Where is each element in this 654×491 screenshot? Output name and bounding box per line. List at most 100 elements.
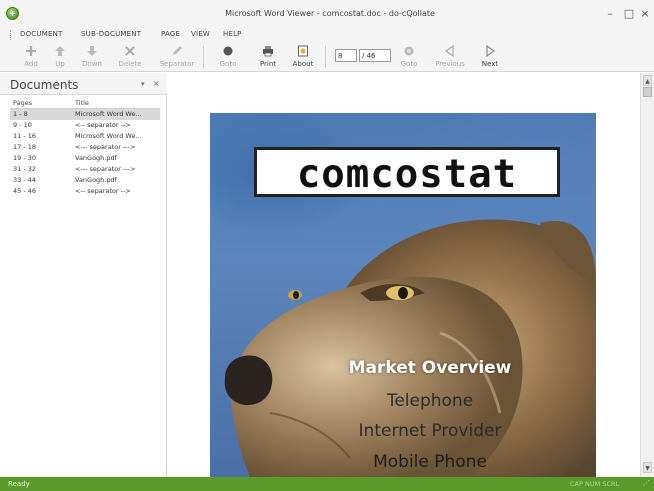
print-label: Print bbox=[259, 60, 277, 68]
table-row[interactable]: 17 - 18 <--- separator ---> bbox=[10, 142, 160, 153]
menu-document[interactable]: DOCUMENT bbox=[20, 30, 63, 38]
table-body: 1 - 8 Microsoft Word We... 9 - 10 <-- separ… bbox=[10, 109, 160, 197]
about-button[interactable]: About bbox=[288, 44, 318, 71]
company-logo: comcostat bbox=[296, 152, 518, 197]
cover-line: Internet Provider bbox=[358, 421, 502, 441]
cover-line: Telephone bbox=[386, 391, 474, 411]
page-total: / 46 bbox=[359, 49, 391, 62]
previous-label: Previous bbox=[435, 60, 465, 68]
table-row[interactable]: 9 - 10 <-- separator --> bbox=[10, 120, 160, 131]
row-pages: 1 - 8 bbox=[13, 110, 28, 118]
documents-panel: Documents ▾ × Pages Title 1 - 8 Microsoft… bbox=[0, 73, 167, 477]
menu-sub-document[interactable]: SUB-DOCUMENT bbox=[81, 30, 141, 38]
document-page: comcostat Market Overview Telephone Inte… bbox=[210, 113, 596, 477]
pencil-icon bbox=[173, 46, 182, 55]
arrow-up-icon bbox=[55, 46, 65, 56]
row-pages: 9 - 10 bbox=[13, 121, 32, 129]
cover-headline: Market Overview bbox=[348, 358, 512, 378]
table-row[interactable]: 1 - 8 Microsoft Word We... bbox=[10, 109, 160, 120]
cover-line: Mobile Phone bbox=[373, 452, 487, 472]
toolbar-divider bbox=[325, 46, 326, 68]
row-pages: 45 - 46 bbox=[13, 187, 37, 195]
column-header-pages[interactable]: Pages bbox=[13, 99, 32, 107]
next-icon bbox=[486, 44, 496, 58]
menu-bar: DOCUMENT SUB-DOCUMENT PAGE VIEW HELP bbox=[0, 28, 654, 42]
scroll-up-arrow-icon[interactable]: ▲ bbox=[643, 75, 652, 86]
up-button[interactable]: Up bbox=[49, 44, 71, 71]
goto-page-icon bbox=[404, 46, 414, 56]
maximize-button[interactable]: □ bbox=[622, 7, 636, 21]
resize-grip-icon[interactable]: ⋰ bbox=[643, 479, 653, 489]
add-button[interactable]: Add bbox=[18, 44, 44, 71]
menu-help[interactable]: HELP bbox=[223, 30, 242, 38]
goto-doc-button[interactable]: Goto bbox=[215, 44, 241, 71]
row-title: <--- separator ---> bbox=[75, 143, 136, 151]
next-button[interactable]: Next bbox=[478, 44, 502, 71]
table-header: Pages Title bbox=[10, 98, 160, 109]
documents-panel-header: Documents ▾ × bbox=[0, 73, 167, 95]
delete-button[interactable]: Delete bbox=[115, 44, 145, 71]
row-pages: 19 - 30 bbox=[13, 154, 37, 162]
goto-doc-label: Goto bbox=[219, 60, 237, 68]
add-label: Add bbox=[24, 60, 38, 68]
table-row[interactable]: 33 - 44 VanGogh.pdf bbox=[10, 175, 160, 186]
table-row[interactable]: 31 - 32 <--- separator ---> bbox=[10, 164, 160, 175]
previous-icon bbox=[444, 44, 454, 58]
scroll-down-arrow-icon[interactable]: ▼ bbox=[643, 462, 652, 473]
previous-button[interactable]: Previous bbox=[432, 44, 468, 71]
toolbar-divider bbox=[203, 46, 204, 68]
keyboard-indicators: CAP NUM SCRL bbox=[570, 480, 620, 488]
delete-icon bbox=[125, 46, 135, 56]
documents-table: Pages Title 1 - 8 Microsoft Word We... 9 -… bbox=[10, 98, 160, 197]
title-bar: Microsoft Word Viewer - comcostat.doc - … bbox=[0, 0, 654, 28]
up-label: Up bbox=[55, 60, 65, 68]
row-title: VanGogh.pdf bbox=[75, 154, 117, 162]
status-bar: Ready CAP NUM SCRL ⋰ bbox=[0, 477, 654, 491]
down-button[interactable]: Down bbox=[78, 44, 106, 71]
row-title: <-- separator --> bbox=[75, 121, 131, 129]
row-title: Microsoft Word We... bbox=[75, 110, 142, 118]
menu-grip bbox=[10, 30, 12, 40]
menu-view[interactable]: VIEW bbox=[191, 30, 210, 38]
about-label: About bbox=[292, 60, 314, 68]
row-title: Microsoft Word We... bbox=[75, 132, 142, 140]
separator-button[interactable]: Separator bbox=[157, 44, 197, 71]
menu-page[interactable]: PAGE bbox=[161, 30, 180, 38]
status-text: Ready bbox=[8, 480, 30, 488]
row-pages: 33 - 44 bbox=[13, 176, 37, 184]
panel-close-icon[interactable]: × bbox=[153, 79, 160, 88]
toolbar: Add Up Down Delete Separator Goto Print … bbox=[0, 42, 654, 72]
row-title: <-- separator --> bbox=[75, 187, 131, 195]
goto-page-label: Goto bbox=[400, 60, 418, 68]
panel-dropdown-icon[interactable]: ▾ bbox=[141, 80, 145, 88]
printer-icon bbox=[263, 46, 273, 57]
app-icon bbox=[6, 7, 19, 20]
close-button[interactable]: × bbox=[638, 7, 652, 21]
arrow-down-icon bbox=[87, 46, 97, 56]
row-pages: 11 - 16 bbox=[13, 132, 37, 140]
table-row[interactable]: 11 - 16 Microsoft Word We... bbox=[10, 131, 160, 142]
vertical-scrollbar[interactable]: ▲ ▼ bbox=[640, 73, 654, 477]
about-icon bbox=[298, 45, 308, 57]
separator-label: Separator bbox=[159, 60, 195, 68]
column-header-title[interactable]: Title bbox=[75, 99, 160, 107]
table-row[interactable]: 19 - 30 VanGogh.pdf bbox=[10, 153, 160, 164]
documents-panel-title: Documents bbox=[10, 78, 79, 92]
delete-label: Delete bbox=[118, 60, 142, 68]
row-title: <--- separator ---> bbox=[75, 165, 136, 173]
window-title: Microsoft Word Viewer - comcostat.doc - … bbox=[225, 9, 435, 18]
minimize-button[interactable]: – bbox=[603, 7, 617, 21]
page-number-input[interactable] bbox=[335, 49, 357, 62]
scroll-thumb[interactable] bbox=[643, 87, 652, 97]
add-icon bbox=[26, 46, 36, 56]
logo-box: comcostat bbox=[254, 147, 560, 197]
row-title: VanGogh.pdf bbox=[75, 176, 117, 184]
goto-circle-icon bbox=[223, 46, 233, 56]
row-pages: 31 - 32 bbox=[13, 165, 37, 173]
down-label: Down bbox=[82, 60, 102, 68]
row-pages: 17 - 18 bbox=[13, 143, 37, 151]
goto-page-button[interactable]: Goto bbox=[397, 44, 421, 71]
table-row[interactable]: 45 - 46 <-- separator --> bbox=[10, 186, 160, 197]
next-label: Next bbox=[481, 60, 499, 68]
print-button[interactable]: Print bbox=[255, 44, 281, 71]
